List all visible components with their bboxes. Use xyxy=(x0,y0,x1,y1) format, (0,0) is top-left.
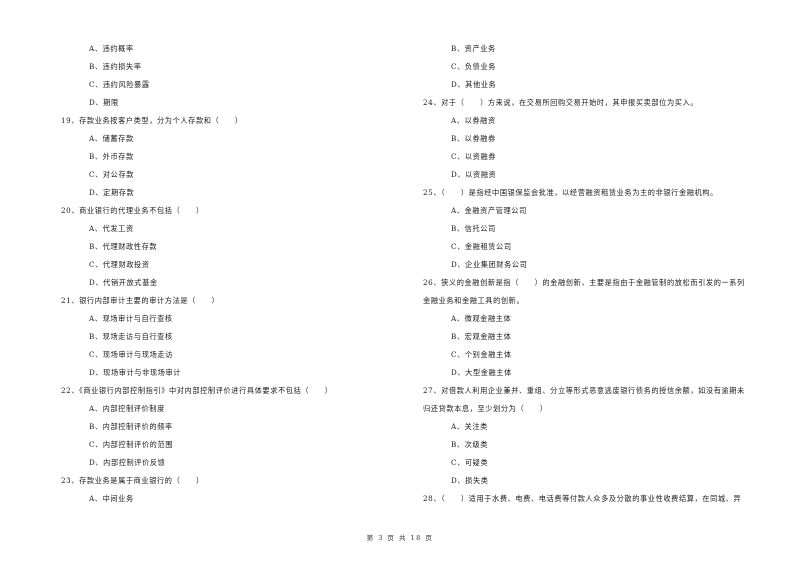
answer-option: A、储蓄存款 xyxy=(89,134,134,143)
answer-option: C、现场审计与现场走访 xyxy=(89,350,173,359)
answer-option: D、企业集团财务公司 xyxy=(451,260,528,269)
question-text: 23、存款业务是属于商业银行的（ ） xyxy=(61,476,204,485)
page-footer: 第 3 页 共 18 页 xyxy=(366,534,434,542)
answer-option: B、现场走访与自行查核 xyxy=(89,332,173,341)
answer-option: B、宏观金融主体 xyxy=(451,332,512,341)
answer-option: A、关注类 xyxy=(451,422,488,431)
answer-option: B、信托公司 xyxy=(451,224,496,233)
question-text: 28、（ ）适用于水费、电费、电话费等付款人众多及分散的事业性收费结算，在同城、… xyxy=(423,494,742,503)
answer-option: D、大型金融主体 xyxy=(451,368,512,377)
right-column: B、资产业务 C、负债业务 D、其他业务 24、对于（ ）方来说，在交易所回购交易开始… xyxy=(423,40,768,508)
question-text: 27、对借款人利用企业兼并、重组、分立等形式恶意逃废银行债务的授信余额，如没有逾… xyxy=(423,386,745,395)
answer-option: B、违约损失率 xyxy=(89,62,142,71)
question-text: 21、银行内部审计主要的审计方法是（ ） xyxy=(61,296,220,305)
answer-option: C、负债业务 xyxy=(451,62,497,71)
answer-option: B、次级类 xyxy=(451,440,489,449)
answer-option: B、内部控制评价的频率 xyxy=(89,422,173,431)
question-text: 26、狭义的金融创新是指（ ）的金融创新，主要是指由于金融管制的放松而引发的一系… xyxy=(423,278,745,287)
answer-option: A、微观金融主体 xyxy=(451,314,512,323)
answer-option: B、外币存款 xyxy=(89,152,134,161)
answer-option: D、期限 xyxy=(89,98,119,107)
answer-option: B、代理财政性存款 xyxy=(89,242,158,251)
answer-option: A、现场审计与自行查核 xyxy=(89,314,173,323)
answer-option: A、金融资产管理公司 xyxy=(451,206,527,215)
answer-option: D、内部控制评价反馈 xyxy=(89,458,166,467)
question-text: 归还贷款本息，至少划分为（ ） xyxy=(423,404,548,413)
answer-option: C、违约风险暴露 xyxy=(89,80,150,89)
answer-option: A、中间业务 xyxy=(89,494,134,503)
answer-option: C、以资融券 xyxy=(451,152,497,161)
answer-option: A、以券融资 xyxy=(451,116,496,125)
answer-option: D、现场审计与非现场审计 xyxy=(89,368,182,377)
question-text: 20、商业银行的代理业务不包括（ ） xyxy=(61,206,204,215)
answer-option: D、代销开放式基金 xyxy=(89,278,158,287)
question-text: 19、存款业务按客户类型，分为个人存款和（ ） xyxy=(61,116,243,125)
answer-option: C、金融租赁公司 xyxy=(451,242,512,251)
answer-option: D、其他业务 xyxy=(451,80,497,89)
answer-option: C、代理财政投资 xyxy=(89,260,150,269)
question-text: 24、对于（ ）方来说，在交易所回购交易开始时，其申报买卖部位为买入。 xyxy=(423,98,699,107)
answer-option: B、资产业务 xyxy=(451,44,496,53)
left-column: A、违约概率 B、违约损失率 C、违约风险暴露 D、期限 19、存款业务按客户类型，分为… xyxy=(61,40,391,508)
answer-option: D、损失类 xyxy=(451,476,489,485)
question-text: 金融业务和金融工具的创新。 xyxy=(423,296,525,305)
answer-option: A、违约概率 xyxy=(89,44,134,53)
answer-option: A、内部控制评价制度 xyxy=(89,404,165,413)
answer-option: A、代发工资 xyxy=(89,224,134,233)
answer-option: D、以资融资 xyxy=(451,170,497,179)
question-text: 22、《商业银行内部控制指引》中对内部控制评价进行具体要求不包括（ ） xyxy=(61,386,333,395)
answer-option: C、对公存款 xyxy=(89,170,135,179)
answer-option: C、个别金融主体 xyxy=(451,350,512,359)
answer-option: C、可疑类 xyxy=(451,458,489,467)
answer-option: D、定期存款 xyxy=(89,188,135,197)
question-text: 25、（ ）是指经中国银保监会批准，以经营融资租赁业务为主的非银行金融机构。 xyxy=(423,188,718,197)
answer-option: B、以券融券 xyxy=(451,134,496,143)
answer-option: C、内部控制评价的范围 xyxy=(89,440,173,449)
